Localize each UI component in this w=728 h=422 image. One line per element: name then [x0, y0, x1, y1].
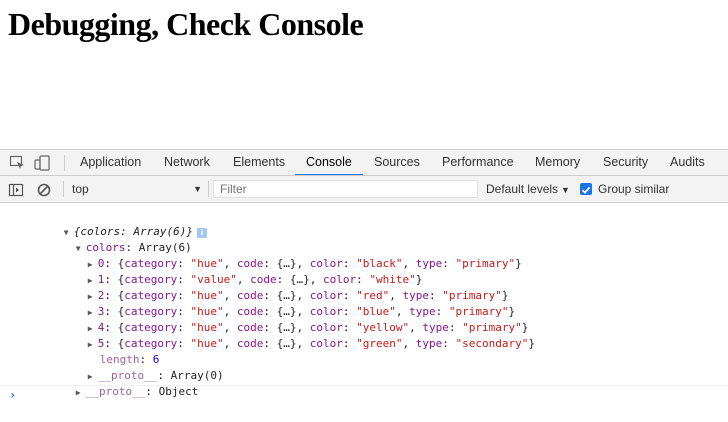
- toolbar-divider: [64, 155, 65, 171]
- tab-audits[interactable]: Audits: [670, 150, 705, 175]
- toolbar-divider: [208, 181, 209, 197]
- context-selector-value: top: [72, 182, 89, 196]
- item-code: {…}: [276, 337, 297, 350]
- tab-performance[interactable]: Performance: [442, 150, 514, 175]
- device-toolbar-icon[interactable]: [34, 155, 50, 171]
- object-property-row[interactable]: ▼ colors: Array(6): [36, 224, 192, 254]
- console-log-entry[interactable]: ▼ {colors: Array(6)} i: [24, 208, 207, 238]
- toolbar-divider: [63, 181, 64, 197]
- clear-console-icon[interactable]: [37, 182, 53, 198]
- group-similar-checkbox[interactable]: [580, 183, 592, 195]
- prompt-chevron-icon: ›: [9, 388, 17, 402]
- console-prompt[interactable]: ›: [0, 385, 728, 404]
- devtools-tabbar: Application Network Elements Console Sou…: [0, 149, 728, 176]
- item-type: "secondary": [455, 337, 529, 350]
- array-item-row[interactable]: ▶ 5: {category: "hue", code: {…}, color: …: [48, 320, 535, 350]
- tab-console[interactable]: Console: [295, 150, 363, 175]
- array-item-row[interactable]: ▶ 1: {category: "value", code: {…}, color…: [48, 256, 423, 286]
- tab-sources[interactable]: Sources: [374, 150, 420, 175]
- item-category: "hue": [190, 337, 224, 350]
- dropdown-arrow-icon: ▼: [193, 184, 202, 194]
- context-selector[interactable]: top ▼: [72, 182, 202, 196]
- devtools-panel: Application Network Elements Console Sou…: [0, 149, 728, 422]
- object-proto-row[interactable]: ▶ __proto__: Object: [36, 368, 199, 398]
- console-filter-bar: top ▼ Default levels▼ Group similar: [0, 176, 728, 203]
- console-output: ▼ {colors: Array(6)} i ▼ colors: Array(6) ▶…: [0, 203, 728, 422]
- log-levels-dropdown[interactable]: Default levels ▼: [486, 182, 570, 197]
- tab-network[interactable]: Network: [164, 150, 210, 175]
- array-proto-row[interactable]: ▶ __proto__: Array(0): [48, 352, 224, 382]
- inspect-element-icon[interactable]: [9, 155, 25, 171]
- item-type: "primary": [455, 257, 516, 270]
- item-color: "green": [356, 337, 403, 350]
- array-item-row[interactable]: ▶ 2: {category: "hue", code: {…}, color: …: [48, 272, 509, 302]
- filter-input[interactable]: [213, 180, 478, 198]
- array-item-row[interactable]: ▶ 3: {category: "hue", code: {…}, color: …: [48, 288, 515, 318]
- dropdown-arrow-icon: ▼: [561, 185, 570, 195]
- group-similar-label: Group similar: [598, 182, 670, 196]
- tab-application[interactable]: Application: [80, 150, 141, 175]
- info-icon: i: [196, 228, 207, 238]
- tab-memory[interactable]: Memory: [535, 150, 580, 175]
- checkmark-icon: [581, 186, 591, 194]
- tab-elements[interactable]: Elements: [233, 150, 285, 175]
- sidebar-toggle-icon[interactable]: [8, 182, 24, 198]
- tab-security[interactable]: Security: [603, 150, 648, 175]
- page-heading: Debugging, Check Console: [8, 6, 364, 42]
- array-length-row: length: 6: [99, 353, 160, 366]
- array-item-row[interactable]: ▶ 4: {category: "hue", code: {…}, color: …: [48, 304, 529, 334]
- array-item-row[interactable]: ▶ 0: {category: "hue", code: {…}, color: …: [48, 240, 522, 270]
- log-levels-label: Default levels: [486, 182, 559, 196]
